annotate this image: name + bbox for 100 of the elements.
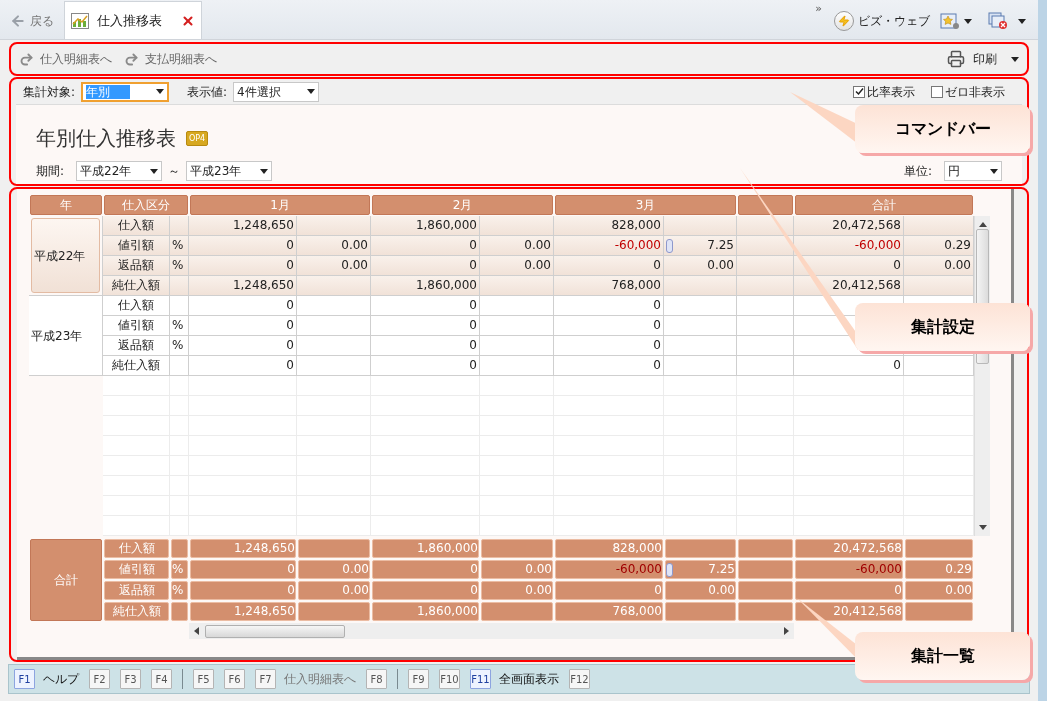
table-cell: 828,000 bbox=[554, 216, 664, 236]
period-to-select[interactable]: 平成23年 bbox=[186, 161, 273, 181]
report-tab[interactable]: 仕入推移表 bbox=[64, 1, 202, 39]
overflow-chevron[interactable]: » bbox=[815, 1, 822, 18]
function-key[interactable]: F12 bbox=[569, 669, 590, 689]
command-link[interactable]: 仕入明細表へ bbox=[19, 50, 112, 68]
year-cell[interactable]: 平成22年 bbox=[31, 218, 100, 293]
print-button[interactable]: 印刷 bbox=[947, 50, 1019, 68]
function-key[interactable]: F3 bbox=[120, 669, 141, 689]
table-cell bbox=[170, 296, 189, 316]
scroll-up-icon[interactable] bbox=[978, 222, 987, 227]
table-cell bbox=[171, 602, 188, 621]
callout: 集計一覧 bbox=[855, 632, 1030, 680]
table-cell: 20,472,568 bbox=[794, 216, 904, 236]
table-cell: 0 bbox=[190, 581, 296, 600]
table-cell: 0.00 bbox=[481, 560, 553, 579]
table-cell: % bbox=[170, 256, 189, 276]
table-cell: 0 bbox=[189, 236, 297, 256]
display-select[interactable]: 4件選択 bbox=[233, 81, 320, 102]
table-cell bbox=[738, 602, 793, 621]
column-header: 合計 bbox=[795, 195, 973, 215]
scroll-left-icon[interactable] bbox=[194, 627, 199, 635]
function-key[interactable]: F10 bbox=[439, 669, 460, 689]
function-key[interactable]: F8 bbox=[366, 669, 387, 689]
table-cell: 0.29 bbox=[905, 560, 973, 579]
table-cell: 純仕入額 bbox=[103, 276, 170, 296]
table-cell bbox=[171, 539, 188, 558]
table-cell bbox=[738, 560, 793, 579]
table-cell: 0 bbox=[371, 256, 480, 276]
table-cell: 0 bbox=[189, 316, 297, 336]
star-window-icon[interactable] bbox=[940, 12, 960, 30]
table-cell: 0 bbox=[555, 581, 663, 600]
table-cell: 0 bbox=[189, 256, 297, 276]
table-cell: 0 bbox=[371, 296, 480, 316]
checkbox[interactable]: ゼロ非表示 bbox=[931, 82, 1005, 101]
table-cell bbox=[905, 539, 973, 558]
scroll-right-icon[interactable] bbox=[784, 627, 789, 635]
function-key[interactable]: F6 bbox=[224, 669, 245, 689]
table-cell: -60,000 bbox=[795, 560, 903, 579]
redo-arrow-icon bbox=[19, 51, 34, 67]
table-cell: 0.00 bbox=[480, 236, 554, 256]
function-key[interactable]: F7 bbox=[255, 669, 276, 689]
table-cell: 7.25 bbox=[665, 560, 736, 579]
table-cell: % bbox=[171, 581, 188, 600]
scroll-down-icon[interactable] bbox=[978, 525, 987, 530]
table-cell: 仕入額 bbox=[103, 216, 170, 236]
table-cell bbox=[665, 602, 736, 621]
function-key[interactable]: F11 bbox=[470, 669, 491, 689]
table-cell: 0 bbox=[371, 316, 480, 336]
caret-icon bbox=[1011, 56, 1019, 62]
table-cell: 返品額 bbox=[103, 336, 170, 356]
caret-icon bbox=[150, 168, 159, 174]
function-key[interactable]: F1 bbox=[14, 669, 35, 689]
horizontal-scrollbar[interactable] bbox=[189, 623, 794, 639]
callout: コマンドバー bbox=[855, 105, 1030, 153]
table-cell bbox=[737, 276, 794, 296]
table-cell bbox=[737, 336, 794, 356]
field-label: 単位: bbox=[903, 163, 932, 180]
table-cell: 0.00 bbox=[664, 256, 737, 276]
table-cell: 1,248,650 bbox=[189, 216, 297, 236]
column-header: 仕入区分 bbox=[104, 195, 188, 215]
scrollbar-thumb[interactable] bbox=[205, 624, 345, 638]
table-cell bbox=[737, 316, 794, 336]
function-key[interactable]: F5 bbox=[193, 669, 214, 689]
table-cell: 1,248,650 bbox=[190, 602, 296, 621]
table-cell bbox=[737, 356, 794, 376]
table-cell bbox=[298, 539, 370, 558]
table-cell: 0.00 bbox=[297, 256, 371, 276]
table-cell: 0 bbox=[794, 356, 904, 376]
table-cell bbox=[737, 236, 794, 256]
function-key[interactable]: F9 bbox=[408, 669, 429, 689]
table-cell: 0.00 bbox=[904, 256, 974, 276]
table-cell: 純仕入額 bbox=[103, 356, 170, 376]
table-cell: 0 bbox=[189, 336, 297, 356]
function-key-label: ヘルプ bbox=[43, 671, 79, 688]
table-cell: 20,472,568 bbox=[795, 539, 903, 558]
year-cell[interactable]: 平成23年 bbox=[29, 296, 102, 375]
printer-icon bbox=[947, 50, 965, 68]
table-cell: 0.00 bbox=[298, 560, 370, 579]
close-windows-icon[interactable] bbox=[988, 12, 1008, 30]
table-cell: 0 bbox=[554, 316, 664, 336]
command-link[interactable]: 支払明細表へ bbox=[124, 50, 217, 68]
table-cell: 0 bbox=[554, 356, 664, 376]
table-cell: 1,860,000 bbox=[372, 539, 479, 558]
table-cell: 0 bbox=[371, 356, 480, 376]
table-cell: 0 bbox=[372, 560, 479, 579]
function-key[interactable]: F4 bbox=[151, 669, 172, 689]
table-cell: 0 bbox=[372, 581, 479, 600]
table-cell: 828,000 bbox=[555, 539, 663, 558]
caret-icon bbox=[990, 168, 998, 174]
table-cell: 0.00 bbox=[480, 256, 554, 276]
unit-select[interactable]: 円 bbox=[944, 161, 1002, 181]
bizweb-button[interactable]: ビズ・ウェブ bbox=[834, 3, 930, 39]
table-cell bbox=[481, 602, 553, 621]
table-cell: 純仕入額 bbox=[104, 602, 169, 621]
close-icon[interactable] bbox=[181, 13, 195, 28]
function-key[interactable]: F2 bbox=[89, 669, 110, 689]
checkbox[interactable]: 比率表示 bbox=[853, 82, 915, 101]
back-button[interactable]: 戻る bbox=[10, 3, 64, 39]
period-from-select[interactable]: 平成22年 bbox=[76, 161, 163, 181]
